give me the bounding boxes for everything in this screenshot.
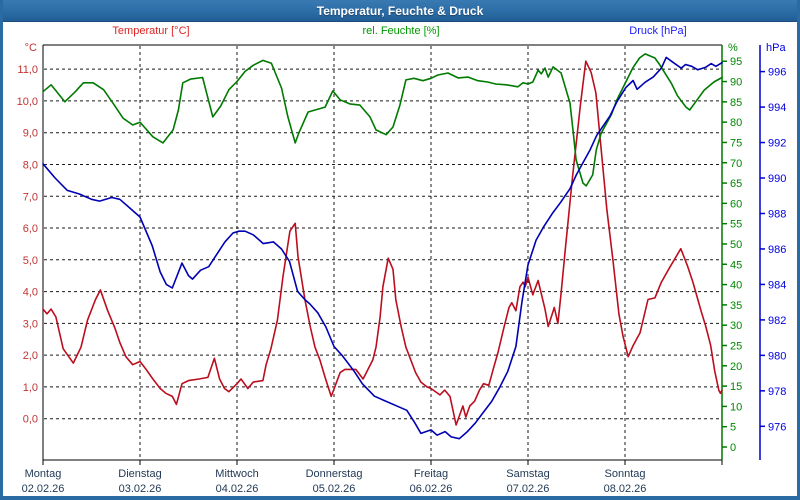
- y-tick-label-humidity: 30: [730, 320, 742, 332]
- y-tick-label-temperature: 11,0: [17, 64, 38, 76]
- y-tick-label-pressure: 978: [768, 386, 786, 398]
- legend-pressure: Druck [hPa]: [629, 25, 687, 37]
- y-tick-label-humidity: 45: [730, 259, 742, 271]
- x-day-date: 06.02.26: [410, 483, 453, 495]
- x-day-name: Sonntag: [605, 468, 646, 480]
- y-tick-label-temperature: 6,0: [23, 223, 38, 235]
- y-tick-label-pressure: 976: [768, 421, 786, 433]
- y-tick-label-temperature: 7,0: [23, 191, 38, 203]
- x-day-date: 03.02.26: [119, 483, 162, 495]
- y-tick-label-pressure: 994: [768, 102, 786, 114]
- y-tick-label-temperature: 4,0: [23, 287, 38, 299]
- series-temperatur: [42, 60, 723, 426]
- x-day-name: Freitag: [414, 468, 448, 480]
- x-day-name: Mittwoch: [215, 468, 258, 480]
- unit-label-percent: %: [728, 42, 738, 54]
- y-tick-label-temperature: 2,0: [23, 350, 38, 362]
- y-tick-label-humidity: 60: [730, 198, 742, 210]
- x-day-date: 08.02.26: [604, 483, 647, 495]
- y-tick-label-temperature: 3,0: [23, 318, 38, 330]
- y-tick-label-humidity: 10: [730, 401, 742, 413]
- x-day-date: 04.02.26: [216, 483, 259, 495]
- y-tick-label-pressure: 988: [768, 208, 786, 220]
- series-rel-feuchte: [42, 53, 723, 187]
- app-window: Temperatur, Feuchte & Druck 0,0 1,0 2,0 3,0…: [0, 0, 800, 500]
- unit-label-celsius: °C: [25, 42, 37, 54]
- x-day-name: Montag: [25, 468, 62, 480]
- y-tick-label-humidity: 85: [730, 97, 742, 109]
- x-day-date: 07.02.26: [507, 483, 550, 495]
- y-tick-label-temperature: 5,0: [23, 255, 38, 267]
- y-tick-label-temperature: 8,0: [23, 159, 38, 171]
- x-day-date: 05.02.26: [313, 483, 356, 495]
- y-tick-label-humidity: 40: [730, 280, 742, 292]
- y-tick-label-humidity: 35: [730, 300, 742, 312]
- y-tick-label-humidity: 75: [730, 137, 742, 149]
- y-tick-label-pressure: 996: [768, 67, 786, 79]
- y-tick-label-humidity: 90: [730, 77, 742, 89]
- y-tick-label-humidity: 5: [730, 422, 736, 434]
- y-tick-label-humidity: 50: [730, 239, 742, 251]
- x-day-name: Donnerstag: [306, 468, 363, 480]
- y-tick-label-humidity: 70: [730, 158, 742, 170]
- y-tick-label-humidity: 95: [730, 56, 742, 68]
- y-tick-label-temperature: 0,0: [23, 414, 38, 426]
- y-tick-label-pressure: 990: [768, 173, 786, 185]
- y-tick-label-temperature: 1,0: [23, 382, 38, 394]
- unit-label-hpa: hPa: [766, 42, 786, 54]
- legend-humidity: rel. Feuchte [%]: [362, 25, 440, 37]
- y-tick-label-humidity: 80: [730, 117, 742, 129]
- chart-plot: 0,0 1,0 2,0 3,0 4,0 5,0 6,0 7,0 8,0 9,0 10,0 11,0 Mo…: [17, 42, 787, 495]
- y-tick-label-humidity: 20: [730, 361, 742, 373]
- y-tick-label-temperature: 9,0: [23, 128, 38, 140]
- y-tick-label-temperature: 10,0: [17, 96, 38, 108]
- y-tick-label-pressure: 984: [768, 279, 786, 291]
- y-tick-label-pressure: 980: [768, 350, 786, 362]
- x-day-date: 02.02.26: [22, 483, 65, 495]
- y-tick-label-humidity: 55: [730, 219, 742, 231]
- y-tick-label-humidity: 0: [730, 442, 736, 454]
- y-tick-label-humidity: 65: [730, 178, 742, 190]
- y-tick-label-humidity: 15: [730, 381, 742, 393]
- x-day-name: Dienstag: [118, 468, 161, 480]
- y-tick-label-pressure: 982: [768, 315, 786, 327]
- y-tick-label-humidity: 25: [730, 340, 742, 352]
- series-druck: [42, 56, 723, 440]
- y-tick-label-pressure: 986: [768, 244, 786, 256]
- y-tick-label-pressure: 992: [768, 138, 786, 150]
- legend-temperature: Temperatur [°C]: [112, 25, 190, 37]
- x-day-name: Samstag: [506, 468, 549, 480]
